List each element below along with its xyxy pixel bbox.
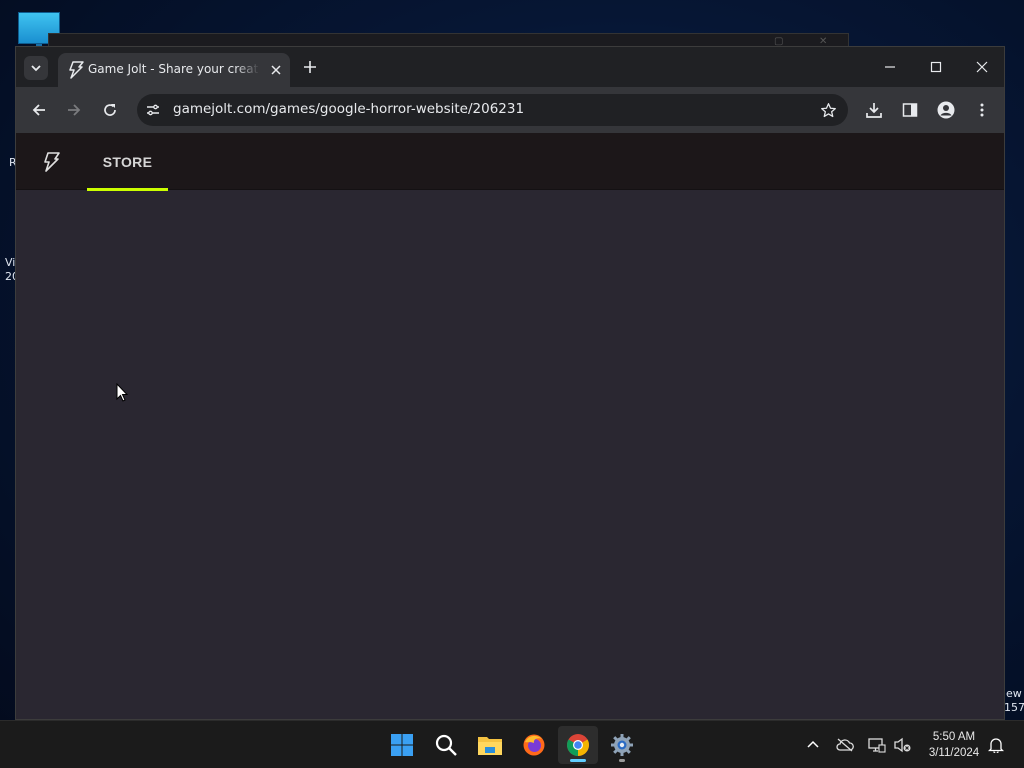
desktop-label: Vi [5, 256, 16, 269]
gamejolt-bolt-icon [69, 61, 84, 79]
desktop-label: 157 [1004, 701, 1024, 714]
side-panel-button[interactable] [898, 98, 922, 122]
show-hidden-icons-button[interactable] [803, 735, 823, 755]
maximize-icon [930, 61, 942, 73]
chevron-up-icon [807, 740, 819, 748]
settings-icon [611, 734, 633, 756]
running-indicator [619, 759, 625, 762]
speaker-muted-icon [894, 737, 911, 753]
downloads-button[interactable] [862, 98, 886, 122]
page-content: STORE [16, 133, 1004, 719]
chrome-icon [567, 734, 589, 756]
new-tab-button[interactable] [300, 57, 320, 77]
avatar-icon [937, 101, 955, 119]
browser-window: Game Jolt - Share your creations [15, 46, 1005, 720]
file-explorer-button[interactable] [470, 726, 510, 764]
profile-button[interactable] [934, 98, 958, 122]
close-icon [271, 65, 281, 75]
taskbar: 5:50 AM 3/11/2024 [0, 720, 1024, 768]
volume-button[interactable] [892, 735, 912, 755]
close-window-button[interactable] [970, 55, 994, 79]
mouse-cursor-icon [116, 383, 128, 402]
plus-icon [304, 61, 316, 73]
tab-game-jolt[interactable]: Game Jolt - Share your creations [58, 53, 290, 87]
site-info-icon[interactable] [143, 100, 163, 120]
network-icon [868, 738, 886, 753]
firefox-icon [523, 734, 545, 756]
kebab-menu-icon [980, 103, 984, 117]
clock-date: 3/11/2024 [928, 747, 980, 759]
firefox-button[interactable] [514, 726, 554, 764]
tab-search-button[interactable] [24, 56, 48, 80]
file-explorer-icon [478, 737, 502, 755]
url-text[interactable]: gamejolt.com/games/google-horror-website… [173, 101, 524, 117]
clock-time: 5:50 AM [932, 731, 976, 743]
site-navbar: STORE [16, 133, 1004, 191]
cloud-offline-icon [836, 738, 854, 752]
address-bar[interactable]: gamejolt.com/games/google-horror-website… [137, 94, 848, 126]
taskbar-search-button[interactable] [426, 726, 466, 764]
desktop-label: ew [1006, 687, 1022, 700]
start-icon [391, 734, 413, 756]
active-indicator [570, 759, 586, 762]
search-icon [435, 734, 457, 756]
chevron-down-icon [31, 65, 41, 72]
forward-button[interactable] [62, 98, 86, 122]
star-icon [820, 102, 836, 117]
close-icon [976, 61, 988, 73]
tab-title: Game Jolt - Share your creations [88, 62, 260, 76]
network-button[interactable] [867, 735, 887, 755]
bell-icon [988, 738, 1004, 753]
bookmark-star-button[interactable] [818, 100, 838, 120]
browser-toolbar: gamejolt.com/games/google-horror-website… [16, 87, 1004, 133]
back-button[interactable] [27, 98, 51, 122]
minimize-icon [885, 66, 895, 68]
maximize-button[interactable] [924, 55, 948, 79]
reload-button[interactable] [98, 98, 122, 122]
download-icon [866, 103, 882, 118]
settings-button[interactable] [602, 726, 642, 764]
menu-button[interactable] [970, 98, 994, 122]
system-clock[interactable]: 5:50 AM 3/11/2024 [918, 729, 990, 761]
arrow-right-icon [68, 104, 81, 116]
tab-strip: Game Jolt - Share your creations [16, 47, 1004, 87]
onedrive-button[interactable] [835, 735, 855, 755]
tab-close-button[interactable] [268, 62, 284, 78]
notifications-button[interactable] [986, 735, 1006, 755]
side-panel-icon [902, 103, 918, 117]
reload-icon [104, 104, 116, 116]
start-button[interactable] [382, 726, 422, 764]
arrow-left-icon [32, 104, 45, 116]
nav-store-tab[interactable]: STORE [87, 133, 168, 191]
gamejolt-logo-icon[interactable] [42, 152, 60, 172]
chrome-button[interactable] [558, 726, 598, 764]
minimize-button[interactable] [878, 55, 902, 79]
